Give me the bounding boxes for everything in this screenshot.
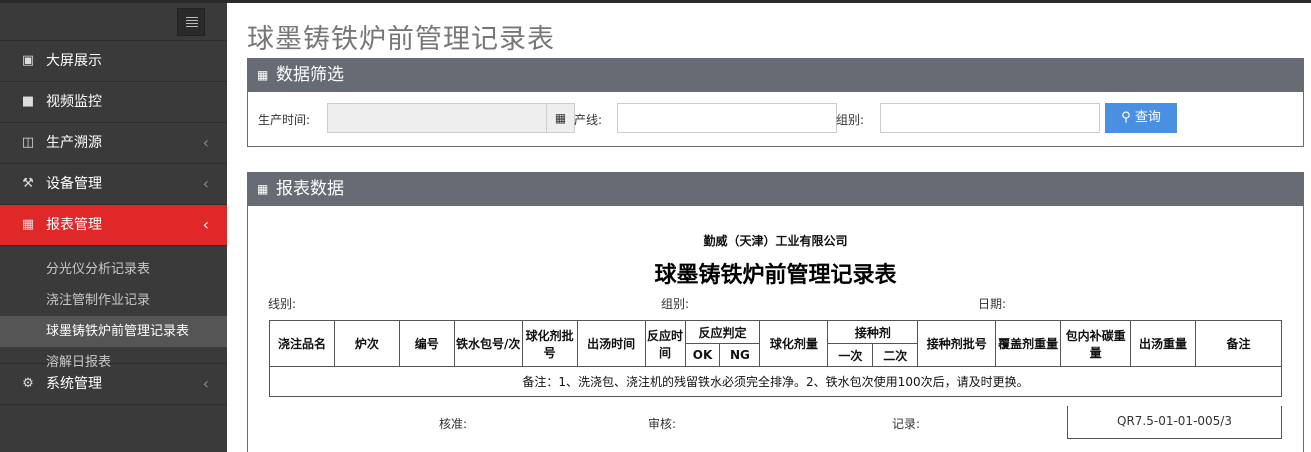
submenu-item-spectrometer[interactable]: 分光仪分析记录表 — [0, 254, 227, 285]
line-label: 线别: — [268, 297, 297, 311]
header-cell: OK — [684, 343, 721, 367]
calendar-icon[interactable]: ▦ — [547, 103, 575, 133]
sidebar-item-label: 大屏展示 — [46, 53, 102, 69]
sidebar-item-label: 系统管理 — [46, 376, 102, 392]
report-group-label: 组别: — [661, 297, 690, 311]
report-title: 球墨铸铁炉前管理记录表 — [654, 263, 897, 288]
header-cell: 接种剂批号 — [917, 320, 997, 367]
sidebar-item-label: 视频监控 — [46, 94, 102, 110]
monitor-icon: ▣ — [21, 53, 35, 68]
wrench-icon: ⚒ — [22, 176, 34, 191]
main-content: 球墨铸铁炉前管理记录表 ▦ 数据筛选 生产时间: ▦ 产线: 组别: ⚲ 查询 … — [227, 3, 1311, 452]
sidebar-item-dashboard[interactable]: ▣ 大屏展示 — [0, 41, 227, 82]
chevron-left-icon: ‹ — [202, 174, 209, 193]
sidebar-item-equipment[interactable]: ⚒ 设备管理 ‹ — [0, 164, 227, 205]
filter-panel-title: 数据筛选 — [276, 65, 344, 85]
header-cell: 覆盖剂重量 — [995, 320, 1062, 367]
header-cell: 接种剂 — [827, 320, 919, 344]
header-cell: 球化剂批号 — [521, 320, 578, 367]
header-cell: 出汤重量 — [1130, 320, 1196, 367]
sidebar-item-video[interactable]: ■ 视频监控 — [0, 82, 227, 123]
chevron-left-icon: ‹ — [202, 374, 209, 393]
form-code: QR7.5-01-01-005/3 — [1067, 406, 1282, 439]
approve-label: 核准: — [439, 417, 468, 431]
header-cell: 球化剂量 — [759, 320, 829, 367]
note-cell: 备注：1、洗浇包、浇注机的残留铁水必须完全排净。2、铁水包次使用100次后，请及… — [269, 366, 1282, 397]
book-icon: ◫ — [21, 135, 35, 150]
search-icon: ⚲ — [1121, 110, 1131, 125]
sidebar-item-label: 生产溯源 — [46, 135, 102, 151]
sidebar: ▣ 大屏展示 ■ 视频监控 ◫ 生产溯源 ‹ ⚒ 设备管理 ‹ ▦ 报表管理 ‹… — [0, 3, 227, 452]
header-cell: 二次 — [872, 343, 919, 367]
header-cell: 炉次 — [333, 320, 400, 367]
record-label: 记录: — [892, 417, 921, 431]
sidebar-item-label: 报表管理 — [46, 217, 102, 233]
header-cell: 包内补碳重量 — [1060, 320, 1132, 367]
sidebar-item-label: 设备管理 — [46, 176, 102, 192]
group-label: 组别: — [836, 113, 865, 127]
bar-chart-icon: ▦ — [21, 217, 35, 232]
report-footer: 核准: 审核: 记录: QR7.5-01-01-005/3 — [269, 406, 1282, 439]
grid-icon: ▦ — [257, 68, 269, 82]
menu-toggle-icon[interactable] — [177, 8, 205, 36]
submenu-item-pouring[interactable]: 浇注管制作业记录 — [0, 285, 227, 316]
header-cell: 出汤时间 — [576, 320, 646, 367]
report-table: 浇注品名 炉次 编号 铁水包号/次 球化剂批号 出汤时间 反应时间 反应判定 球… — [269, 320, 1283, 397]
header-cell: 备注 — [1194, 320, 1283, 367]
grid-icon: ▦ — [257, 182, 269, 196]
filter-row: 生产时间: ▦ 产线: 组别: ⚲ 查询 — [248, 92, 1303, 146]
table-header-row: 浇注品名 炉次 编号 铁水包号/次 球化剂批号 出汤时间 反应时间 反应判定 球… — [269, 320, 1283, 367]
filter-panel-header: ▦ 数据筛选 — [248, 59, 1303, 92]
company-name: 勤威（天津）工业有限公司 — [703, 234, 848, 248]
chevron-left-icon: ‹ — [202, 215, 209, 234]
page-title: 球墨铸铁炉前管理记录表 — [247, 24, 555, 55]
header-cell: 反应判定 — [684, 320, 761, 344]
header-cell: 浇注品名 — [269, 320, 335, 367]
submenu-item-ductile-iron[interactable]: 球墨铸铁炉前管理记录表 — [0, 316, 227, 347]
header-cell: 一次 — [827, 343, 874, 367]
query-button[interactable]: ⚲ 查询 — [1105, 103, 1177, 133]
date-label: 日期: — [978, 297, 1007, 311]
review-label: 审核: — [648, 417, 677, 431]
report-panel-header: ▦ 报表数据 — [248, 173, 1303, 206]
query-button-label: 查询 — [1134, 110, 1161, 125]
production-line-label: 产线: — [574, 113, 603, 127]
production-time-input[interactable] — [327, 103, 547, 133]
report-panel-title: 报表数据 — [276, 179, 344, 199]
gears-icon: ⚙ — [22, 376, 34, 391]
sidebar-item-traceability[interactable]: ◫ 生产溯源 ‹ — [0, 123, 227, 164]
group-input[interactable] — [880, 103, 1100, 133]
header-cell: 反应时间 — [644, 320, 686, 367]
header-cell: 编号 — [398, 320, 455, 367]
header-cell: NG — [719, 343, 761, 367]
video-camera-icon: ■ — [21, 94, 35, 109]
sidebar-header — [0, 3, 227, 41]
chevron-left-icon: ‹ — [202, 133, 209, 152]
header-cell: 铁水包号/次 — [453, 320, 523, 367]
table-note-row: 备注：1、洗浇包、浇注机的残留铁水必须完全排净。2、铁水包次使用100次后，请及… — [269, 366, 1282, 397]
report-panel: ▦ 报表数据 勤威（天津）工业有限公司 球墨铸铁炉前管理记录表 线别: 组别: … — [247, 172, 1304, 452]
sidebar-item-reports[interactable]: ▦ 报表管理 ‹ — [0, 205, 227, 246]
reports-submenu: 分光仪分析记录表 浇注管制作业记录 球墨铸铁炉前管理记录表 溶解日报表 — [0, 246, 227, 370]
sidebar-item-system[interactable]: ⚙ 系统管理 ‹ — [0, 364, 227, 405]
production-line-input[interactable] — [617, 103, 837, 133]
production-time-label: 生产时间: — [258, 113, 311, 127]
filter-panel: ▦ 数据筛选 生产时间: ▦ 产线: 组别: ⚲ 查询 — [247, 58, 1304, 147]
